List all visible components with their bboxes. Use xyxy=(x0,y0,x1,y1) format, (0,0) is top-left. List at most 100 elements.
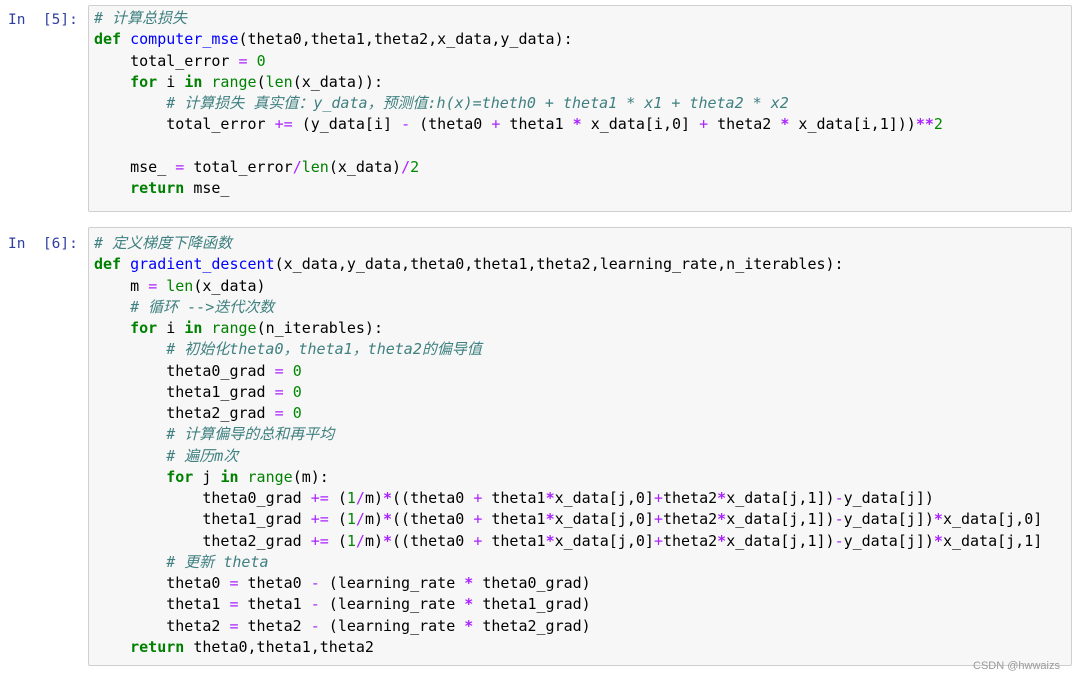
code-token: len xyxy=(166,276,194,295)
code-token: = xyxy=(274,404,284,422)
code-line: # 计算损失 真实值：y_data，预测值:h(x)=theth0 + thet… xyxy=(94,93,943,114)
cell-prompt: In [5]: xyxy=(8,12,78,28)
code-token: i xyxy=(157,72,185,91)
code-token: / xyxy=(355,510,365,529)
code-token: # 计算偏导的总和再平均 xyxy=(166,425,335,444)
code-token: * xyxy=(572,115,582,134)
code-token: ( xyxy=(328,510,347,529)
code-token: # 更新 theta xyxy=(166,552,269,571)
code-line: def computer_mse(theta0,theta1,theta2,x_… xyxy=(94,29,943,50)
code-token: (m): xyxy=(292,467,329,486)
code-token: = xyxy=(229,574,239,592)
code-token: theta0_grad xyxy=(94,489,311,507)
code-input-area[interactable]: # 计算总损失 def computer_mse(theta0,theta1,th… xyxy=(88,5,1072,212)
code-token: return xyxy=(130,637,185,656)
code-token: 2 xyxy=(933,115,943,134)
code-token: def xyxy=(94,255,122,274)
code-line: # 定义梯度下降函数 xyxy=(94,233,1042,254)
code-cell-5[interactable]: In [5]: # 计算总损失 def computer_mse(theta0,t… xyxy=(0,0,1074,216)
code-token: # 初始化theta0，theta1，theta2的偏导值 xyxy=(166,340,482,359)
code-token: mse_ xyxy=(94,157,176,176)
code-token: = xyxy=(148,276,158,295)
code-input-area[interactable]: # 定义梯度下降函数 def gradient_descent(x_data,y_… xyxy=(88,227,1072,666)
code-token: range xyxy=(211,72,257,91)
code-token: (learning_rate xyxy=(319,616,465,635)
code-token: - xyxy=(310,574,320,592)
code-token: += xyxy=(310,489,329,507)
code-token: (theta0,theta1,theta2,x_data,y_data): xyxy=(238,30,573,49)
code-token: x_data[i,1])) xyxy=(789,115,916,134)
code-token: (y_data[i] xyxy=(292,115,402,134)
code-token: theta0_grad) xyxy=(473,574,591,592)
code-line: theta2_grad += (1/m)*((theta0 + theta1*x… xyxy=(94,531,1042,552)
code-token: * xyxy=(545,510,555,529)
code-token: in xyxy=(220,467,239,486)
code-token: computer_mse xyxy=(130,30,239,49)
code-line: def gradient_descent(x_data,y_data,theta… xyxy=(94,254,1042,275)
code-token: total_error xyxy=(94,51,239,70)
code-token: theta2 xyxy=(94,616,230,635)
code-line: for j in range(m): xyxy=(94,467,1042,488)
code-token: x_data[j,1]) xyxy=(726,531,835,550)
code-line: theta1_grad = 0 xyxy=(94,382,1042,403)
code-line: for i in range(len(x_data)): xyxy=(94,72,943,93)
code-token: total_error xyxy=(184,157,293,176)
code-token: ** xyxy=(915,115,934,134)
code-token: = xyxy=(274,382,284,401)
code-token: x_data[i,0] xyxy=(581,115,700,134)
code-token: range xyxy=(247,467,293,486)
code-token: - xyxy=(310,616,320,635)
code-line: mse_ = total_error/len(x_data)/2 xyxy=(94,157,943,178)
code-token: (learning_rate xyxy=(319,574,465,592)
code-token: - xyxy=(401,115,411,134)
code-token: * xyxy=(464,616,474,635)
code-token: (x_data) xyxy=(193,276,266,295)
code-token: y_data[j]) xyxy=(843,489,934,507)
code-editor[interactable]: # 定义梯度下降函数 def gradient_descent(x_data,y_… xyxy=(94,233,1042,658)
code-token: theta1 xyxy=(94,595,230,614)
code-token: - xyxy=(310,595,320,614)
code-token: theta0 xyxy=(238,574,311,592)
code-token: theta1 xyxy=(482,489,546,507)
code-token: * xyxy=(464,595,474,614)
code-line: return mse_ xyxy=(94,178,943,199)
code-editor[interactable]: # 计算总损失 def computer_mse(theta0,theta1,th… xyxy=(94,8,943,199)
code-token: = xyxy=(238,51,248,70)
code-token: # 定义梯度下降函数 xyxy=(94,234,233,252)
code-token: theta2 xyxy=(238,616,311,635)
code-token: ( xyxy=(328,531,347,550)
code-token: in xyxy=(184,319,203,337)
code-token: += xyxy=(310,531,329,550)
watermark: CSDN @hwwaizs xyxy=(973,660,1060,672)
code-token: / xyxy=(355,531,365,550)
code-token: x_data[j,1]) xyxy=(726,489,835,507)
code-token: for xyxy=(166,467,194,486)
code-token: x_data[j,1] xyxy=(942,531,1043,550)
code-token: * xyxy=(545,489,555,507)
code-line: theta1_grad += (1/m)*((theta0 + theta1*x… xyxy=(94,509,1042,530)
code-cell-6[interactable]: In [6]: # 定义梯度下降函数 def gradient_descent(x… xyxy=(0,220,1074,670)
code-token: x_data[j,0] xyxy=(554,489,654,507)
code-token: (theta0 xyxy=(410,115,492,134)
code-token: * xyxy=(383,489,393,507)
code-token: 0 xyxy=(292,361,302,380)
code-token: return xyxy=(130,179,185,197)
code-line: theta2_grad = 0 xyxy=(94,403,1042,424)
code-token: i xyxy=(157,319,185,337)
code-token: theta1_grad xyxy=(94,510,311,529)
code-token: theta1 xyxy=(482,510,546,529)
code-token: ((theta0 xyxy=(392,531,474,550)
code-token: 0 xyxy=(292,404,302,422)
code-line: theta0_grad += (1/m)*((theta0 + theta1*x… xyxy=(94,488,1042,509)
code-token: * xyxy=(717,489,727,507)
